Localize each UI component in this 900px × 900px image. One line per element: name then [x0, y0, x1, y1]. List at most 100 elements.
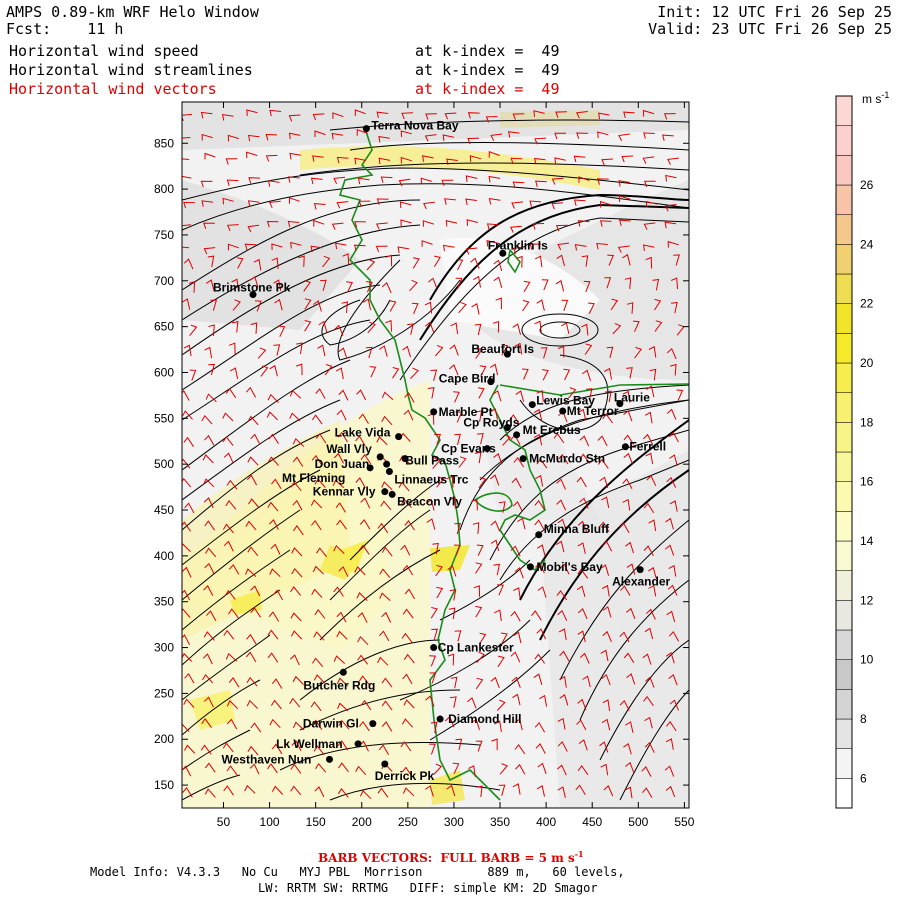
station-label: Alexander [612, 575, 670, 589]
colorbar-bin [835, 362, 853, 393]
station-label: Beaufort Is [471, 342, 534, 356]
colorbar-bin [835, 184, 853, 215]
y-tick-label: 700 [154, 274, 174, 288]
station-dot [526, 563, 534, 571]
station-label: Mt Fleming [282, 471, 345, 485]
y-tick-label: 400 [154, 549, 174, 563]
station-label: Mt Erebus [523, 423, 581, 437]
station-label: Westhaven Nun [221, 752, 311, 766]
y-tick-label: 800 [154, 182, 174, 196]
colorbar-tick-label: 6 [860, 771, 867, 785]
colorbar-tick-label: 14 [860, 534, 874, 548]
colorbar-bin [835, 778, 853, 809]
x-tick-label: 50 [217, 815, 231, 829]
colorbar-bin [835, 451, 853, 482]
colorbar-bin [835, 629, 853, 660]
station-dot [519, 455, 527, 463]
y-tick-label: 150 [154, 778, 174, 792]
colorbar-bin [835, 125, 853, 156]
x-tick-label: 550 [674, 815, 694, 829]
colorbar-bin [835, 748, 853, 779]
station-label: Bull Pass [405, 454, 459, 468]
station-label: Terra Nova Bay [371, 119, 458, 133]
colorbar-bin [835, 689, 853, 720]
station-label: Darwin Gl [303, 717, 359, 731]
station-label: Don Juan [315, 457, 370, 471]
barb-note-text: BARB VECTORS: FULL BARB = 5 m s [318, 851, 575, 865]
y-tick-label: 500 [154, 457, 174, 471]
station-dot [385, 468, 393, 476]
station-dot [636, 566, 644, 574]
station-label: Cape Bird [439, 372, 496, 386]
y-tick-label: 200 [154, 732, 174, 746]
y-tick-label: 850 [154, 136, 174, 150]
station-dot [376, 453, 384, 461]
y-tick-label: 600 [154, 365, 174, 379]
colorbar-tick-label: 10 [860, 653, 874, 667]
station-dot [366, 464, 374, 472]
station-dot [430, 644, 438, 652]
colorbar-bin [835, 155, 853, 186]
colorbar-tick-label: 26 [860, 178, 874, 192]
barb-note-sup: -1 [574, 849, 584, 859]
y-tick-label: 550 [154, 411, 174, 425]
colorbar-tick-label: 12 [860, 593, 874, 607]
colorbar-bin [835, 273, 853, 304]
colorbar-bin [835, 95, 853, 126]
station-dot [381, 488, 389, 496]
colorbar-unit-text: m s [862, 92, 881, 106]
station-dot [535, 531, 543, 539]
x-tick-label: 500 [628, 815, 648, 829]
map-plot: 50 100 150 200 250 300 350 400 450 500 550 150 200 2… [154, 90, 889, 829]
station-label: Mt Terror [567, 404, 619, 418]
station-label: Mobil's Bay [536, 560, 603, 574]
station-label: Derrick Pk [375, 769, 435, 783]
colorbar-bin [835, 511, 853, 542]
station-label: Kennar Vly [313, 485, 376, 499]
colorbar-bin [835, 600, 853, 631]
station-dot [383, 460, 391, 468]
model-info: Model Info: V4.3.3 No Cu MYJ PBL Morriso… [90, 865, 625, 879]
station-label: Ferrell [629, 440, 666, 454]
station-label: Lake Vida [335, 426, 391, 440]
colorbar-bin [835, 392, 853, 423]
station-label: Laurie [614, 391, 650, 405]
colorbar-tick-label: 16 [860, 475, 874, 489]
colorbar-bin [835, 570, 853, 601]
station-dot [621, 443, 629, 451]
y-tick-label: 350 [154, 595, 174, 609]
station-dot [388, 490, 396, 498]
colorbar-bin [835, 244, 853, 275]
x-tick-label: 150 [306, 815, 326, 829]
colorbar-bin [835, 422, 853, 453]
station-label: Butcher Rdg [303, 678, 375, 692]
station-label: Beacon Vly [397, 494, 462, 508]
colorbar-tick-label: 24 [860, 237, 874, 251]
station-dot [381, 760, 389, 768]
x-tick-label: 450 [582, 815, 602, 829]
colorbar-unit-sup: -1 [881, 90, 889, 100]
x-tick-label: 200 [352, 815, 372, 829]
y-tick-label: 450 [154, 503, 174, 517]
colorbar-tick-label: 20 [860, 356, 874, 370]
x-tick-label: 250 [398, 815, 418, 829]
x-tick-label: 300 [444, 815, 464, 829]
station-dot [325, 755, 333, 763]
station-label: Linnaeus Trc [394, 473, 468, 487]
station-label: Franklin Is [488, 238, 548, 252]
station-label: Wall Vly [326, 442, 372, 456]
colorbar-bin [835, 659, 853, 690]
x-tick-label: 400 [536, 815, 556, 829]
station-label: McMurdo Stn [529, 452, 605, 466]
barb-note: BARB VECTORS: FULL BARB = 5 m s-1 [318, 849, 584, 865]
station-label: Brimstone Pk [213, 281, 291, 295]
station-label: Cp Lankester [438, 641, 514, 655]
y-tick-label: 750 [154, 228, 174, 242]
station-dot [559, 407, 567, 415]
station-dot [354, 740, 362, 748]
model-info-2: LW: RRTM SW: RRTMG DIFF: simple KM: 2D S… [258, 881, 598, 895]
station-dot [513, 431, 521, 439]
colorbar-tick-label: 22 [860, 297, 874, 311]
colorbar-bin [835, 303, 853, 334]
station-dot [362, 125, 370, 133]
